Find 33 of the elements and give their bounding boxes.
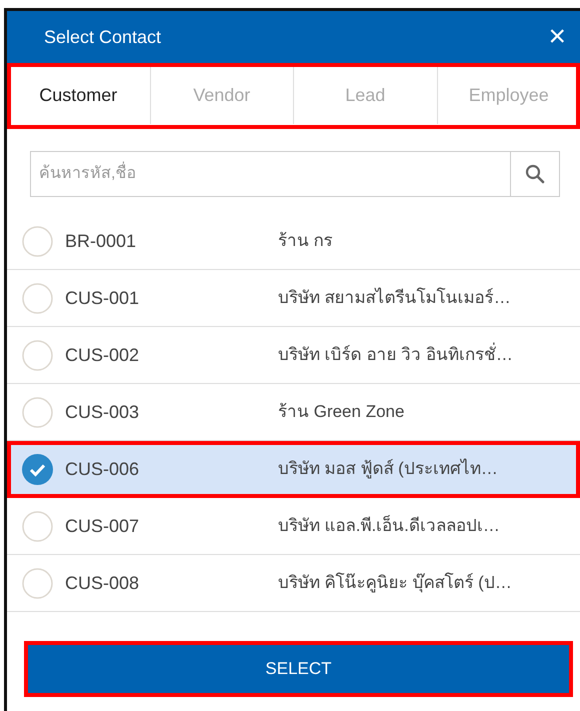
radio-button[interactable] [22,568,53,598]
radio-button[interactable] [22,340,53,370]
search-field[interactable]: ค้นหารหัส,ชื่อ [30,151,510,197]
contact-row[interactable]: CUS-001 บริษัท สยามสไตรีนโมโนเมอร์… [7,270,580,327]
contact-name: บริษัท มอส ฟู้ดส์ (ประเทศไท… [278,458,498,480]
contact-code: CUS-001 [65,286,140,310]
contact-name: บริษัท สยามสไตรีนโมโนเมอร์… [278,286,511,310]
select-button[interactable]: SELECT [28,645,569,693]
contact-row[interactable]: CUS-007 บริษัท แอล.พี.เอ็น.ดีเวลลอปเ… [7,498,580,555]
dialog-title: Select Contact [44,26,162,48]
contact-row[interactable]: CUS-008 บริษัท คิโน๊ะคูนิยะ บุ๊คสโตร์ (ป… [7,555,580,612]
checked-radio[interactable] [22,454,53,484]
contact-code: CUS-002 [65,344,140,366]
contact-row[interactable]: BR-0001 ร้าน กร [7,213,580,270]
contact-name: ร้าน กร [278,230,333,252]
contact-code: BR-0001 [65,230,138,252]
radio-button[interactable] [22,510,53,542]
search-icon [525,164,545,184]
contact-row[interactable]: CUS-006 บริษัท มอส ฟู้ดส์ (ประเทศไท… [7,441,580,498]
contact-name: ร้าน Green Zone [278,401,404,424]
radio-button[interactable] [22,396,53,428]
contact-name: บริษัท คิโน๊ะคูนิยะ บุ๊คสโตร์ (ป… [278,572,512,594]
search-button[interactable] [510,151,560,197]
radio-button[interactable] [22,226,53,256]
contact-name: บริษัท แอล.พี.เอ็น.ดีเวลลอปเ… [278,514,500,538]
contact-code: CUS-007 [65,514,140,538]
close-button[interactable]: × [544,22,570,52]
contact-row[interactable]: CUS-002 บริษัท เบิร์ด อาย วิว อินทิเกรชั่… [7,327,580,384]
contact-code: CUS-006 [65,458,140,480]
contact-code: CUS-008 [65,572,140,594]
radio-button[interactable] [22,282,53,314]
contact-name: บริษัท เบิร์ด อาย วิว อินทิเกรชั่… [278,342,513,368]
contact-code: CUS-003 [65,400,140,424]
